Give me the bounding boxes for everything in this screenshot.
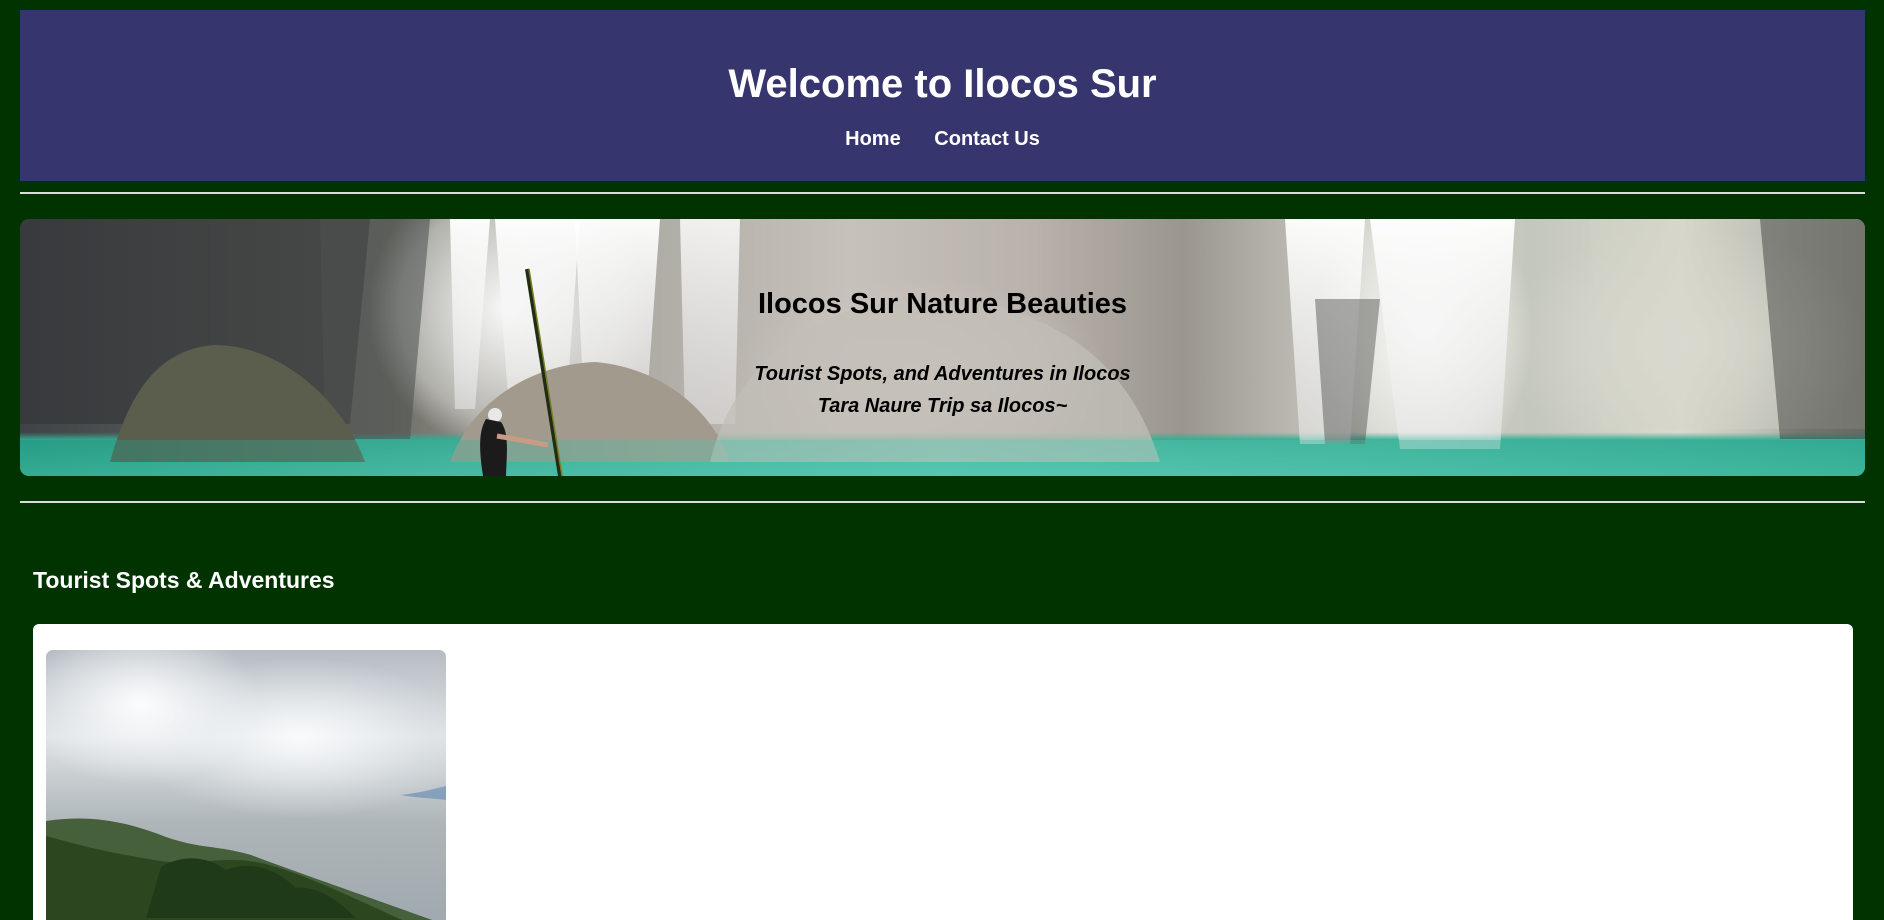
site-header: Welcome to Ilocos Sur Home Contact Us: [20, 10, 1865, 181]
header-divider: [20, 192, 1865, 194]
nav-contact-us-link[interactable]: Contact Us: [934, 128, 1040, 150]
hero-title: Ilocos Sur Nature Beauties: [757, 288, 1128, 320]
hero-text: Ilocos Sur Nature Beauties Tourist Spots…: [20, 219, 1865, 476]
site-title: Welcome to Ilocos Sur: [728, 62, 1157, 106]
tourist-spots-card: [33, 624, 1853, 920]
hero-subtitle-line: Tara Naure Trip sa Ilocos~: [817, 395, 1068, 417]
hero-subtitle-line: Tourist Spots, and Adventures in Ilocos: [754, 363, 1131, 385]
hero-divider: [20, 501, 1865, 503]
hero-subtitle: Tourist Spots, and Adventures in Ilocos …: [20, 358, 1865, 422]
hero-banner: Ilocos Sur Nature Beauties Tourist Spots…: [20, 219, 1865, 476]
tourist-spot-image: [46, 650, 446, 920]
nav-home-link[interactable]: Home: [845, 128, 901, 150]
mountain-landscape-image: [46, 786, 446, 920]
section-title: Tourist Spots & Adventures: [33, 567, 335, 593]
page: Welcome to Ilocos Sur Home Contact Us Il…: [0, 0, 1884, 920]
main-navigation: Home Contact Us: [20, 128, 1865, 151]
